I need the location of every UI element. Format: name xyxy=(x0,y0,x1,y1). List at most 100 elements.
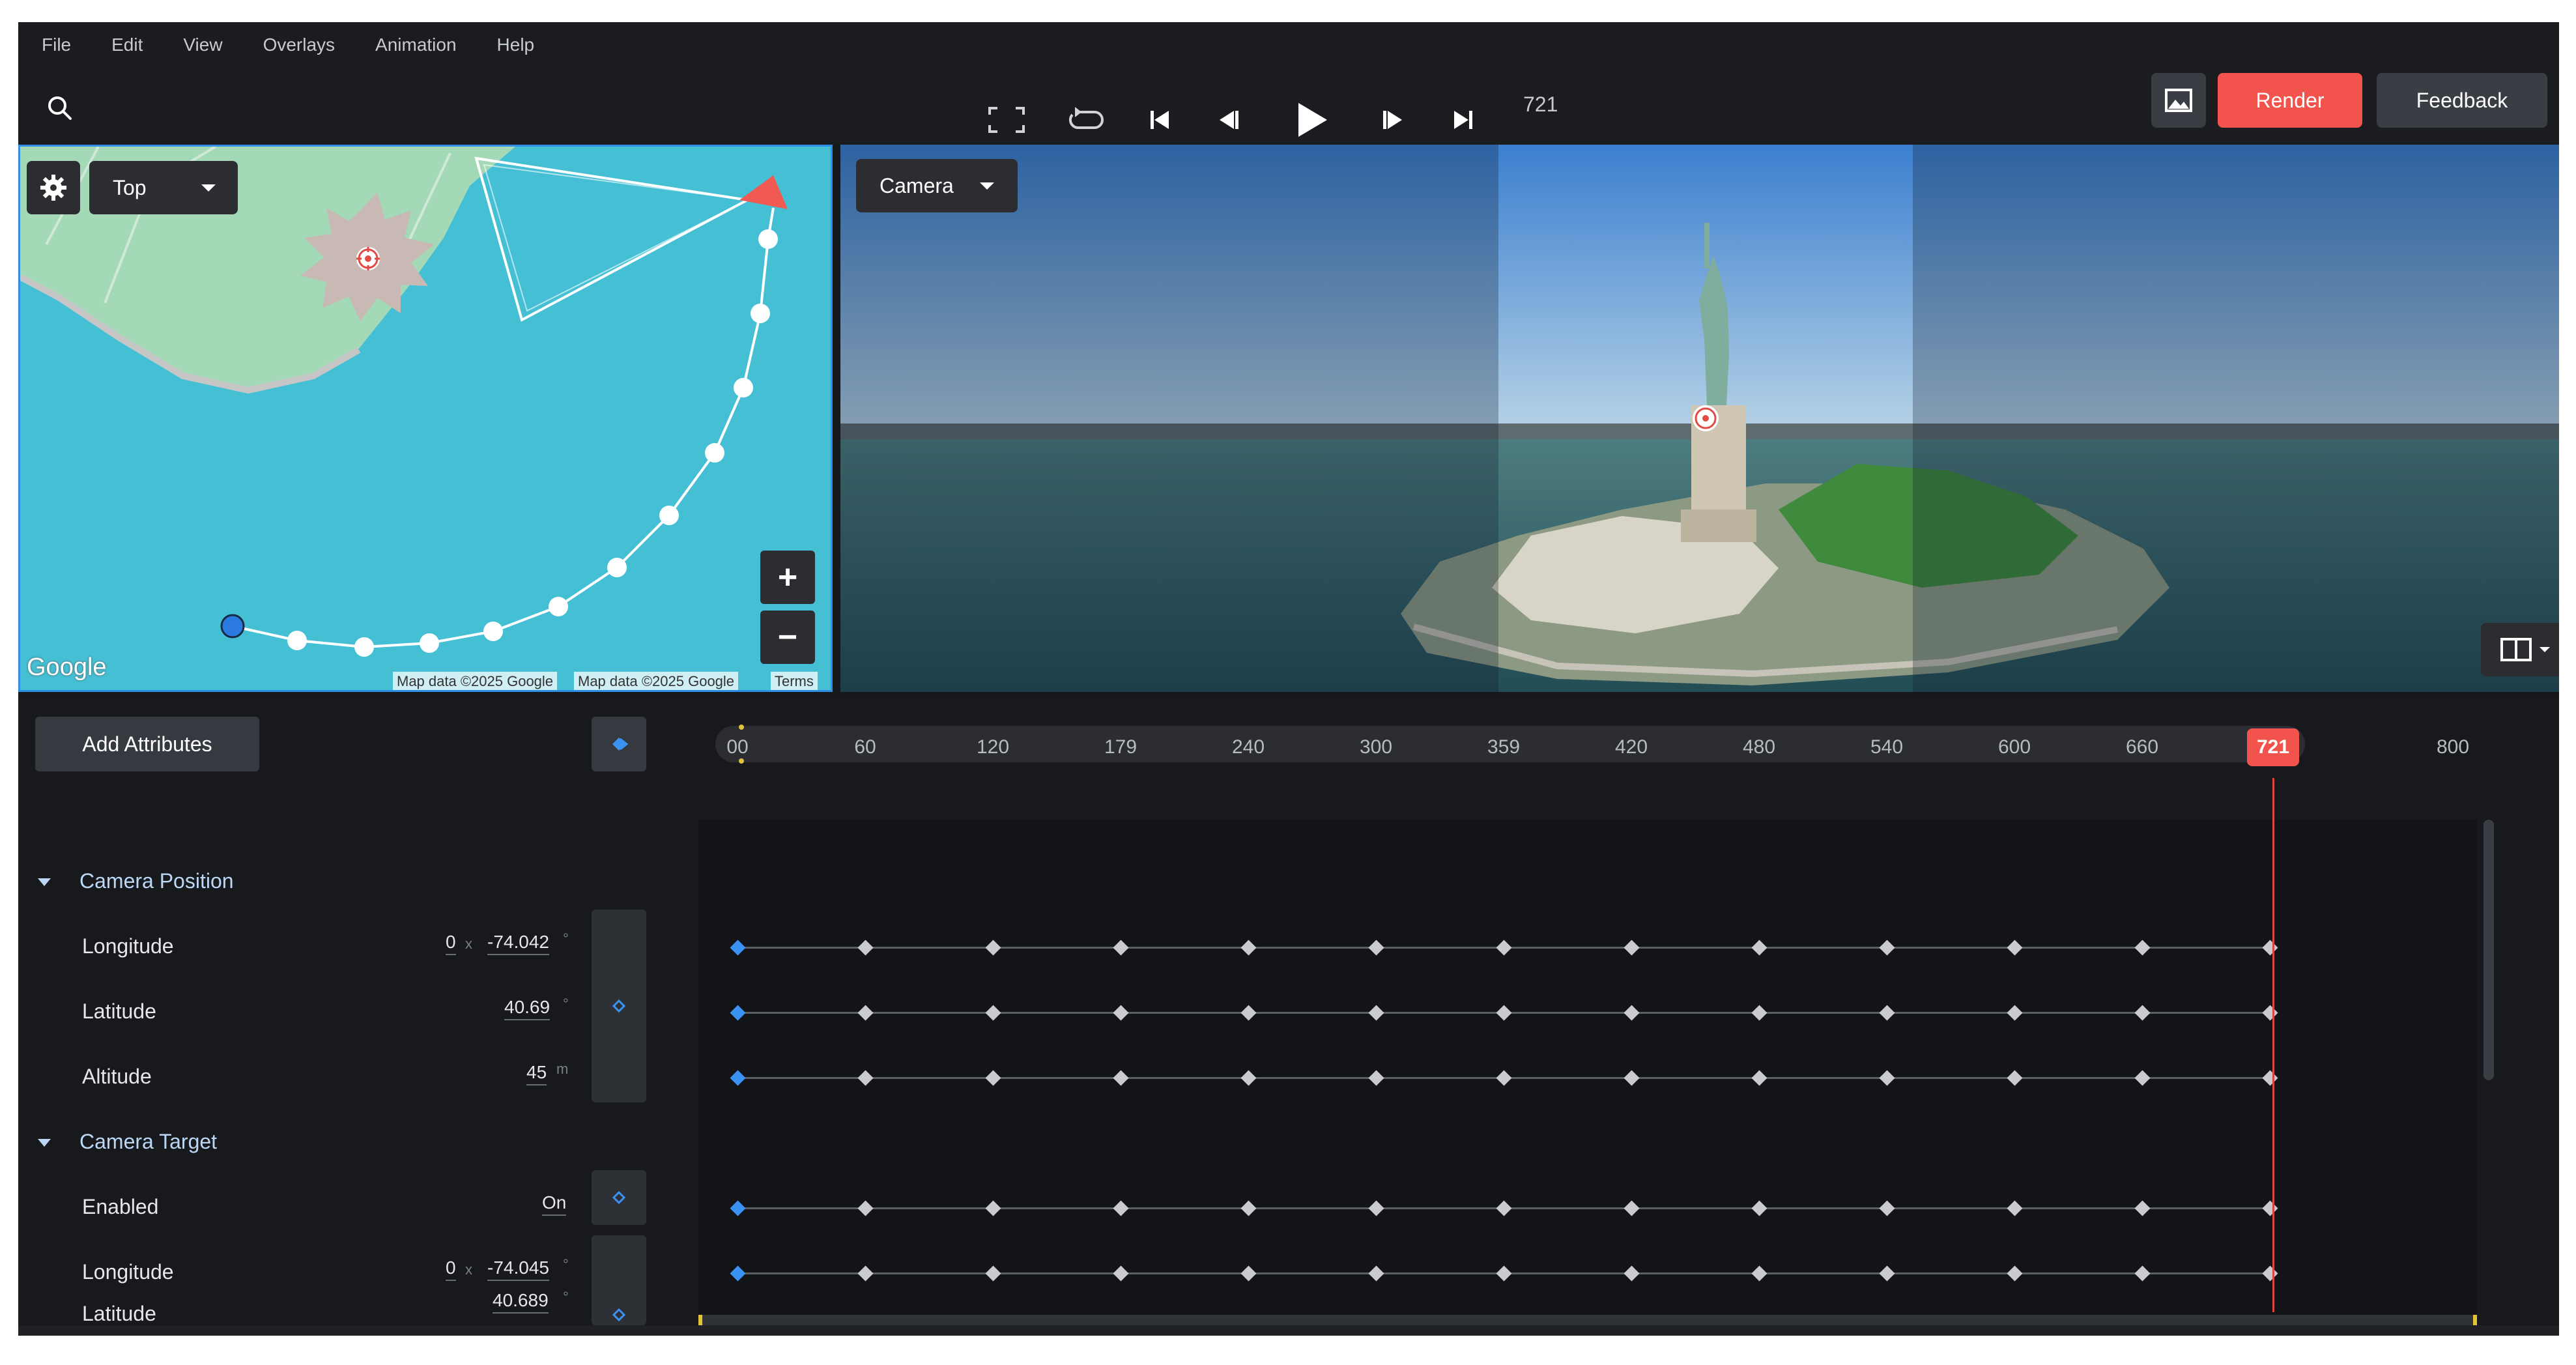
keyframe-diamond[interactable] xyxy=(985,940,1001,956)
keyframe-diamond[interactable] xyxy=(857,1070,874,1086)
map-target-marker[interactable] xyxy=(356,247,380,270)
keyframe-diamond[interactable] xyxy=(2134,940,2151,956)
keyframe-diamond[interactable] xyxy=(1368,940,1384,956)
keyframe-diamond[interactable] xyxy=(730,1005,746,1021)
map-panel[interactable]: Top + − Google Map data ©2025 Google Map… xyxy=(18,145,833,692)
keyframe-track[interactable] xyxy=(18,915,2559,980)
camera-viewport[interactable]: Camera xyxy=(840,145,2559,692)
layout-dropdown[interactable] xyxy=(2481,623,2559,676)
keyframe-diamond[interactable] xyxy=(1240,1265,1257,1282)
keyframe-diamond[interactable] xyxy=(2007,1005,2023,1021)
keyframe-diamond[interactable] xyxy=(1113,1070,1129,1086)
keyframe-diamond[interactable] xyxy=(730,1070,746,1086)
keyframe-diamond[interactable] xyxy=(1368,1070,1384,1086)
keyframe-diamond[interactable] xyxy=(857,1265,874,1282)
vertical-scrollbar[interactable] xyxy=(2483,820,2494,1080)
keyframe-diamond[interactable] xyxy=(1368,1200,1384,1216)
skip-to-end-button[interactable] xyxy=(1444,87,1483,152)
keyframe-diamond[interactable] xyxy=(1879,1005,1895,1021)
keyframe-diamond[interactable] xyxy=(1879,1200,1895,1216)
keyframe-diamond[interactable] xyxy=(2134,1265,2151,1282)
keyframe-diamond[interactable] xyxy=(1624,1200,1640,1216)
keyframe-diamond[interactable] xyxy=(985,1005,1001,1021)
collapse-caret-icon[interactable] xyxy=(38,1139,51,1147)
keyframe-diamond[interactable] xyxy=(1368,1005,1384,1021)
fullscreen-button[interactable] xyxy=(984,87,1029,152)
play-button[interactable] xyxy=(1289,87,1334,152)
group-camera-position[interactable]: Camera Position xyxy=(18,850,2559,915)
add-attributes-button[interactable]: Add Attributes xyxy=(35,717,259,771)
zoom-in-button[interactable]: + xyxy=(760,551,815,604)
menu-help[interactable]: Help xyxy=(497,35,535,55)
group-camera-target[interactable]: Camera Target xyxy=(18,1110,2559,1175)
map-view-dropdown[interactable]: Top xyxy=(89,161,238,214)
keyframe-diamond[interactable] xyxy=(2262,1005,2278,1021)
keyframe-diamond[interactable] xyxy=(1879,1265,1895,1282)
keyframe-diamond[interactable] xyxy=(2134,1005,2151,1021)
keyframe-track[interactable] xyxy=(18,1175,2559,1241)
keyframe-diamond[interactable] xyxy=(1496,1005,1512,1021)
collapse-caret-icon[interactable] xyxy=(38,878,51,886)
keyframe-diamond[interactable] xyxy=(985,1070,1001,1086)
zoom-out-button[interactable]: − xyxy=(760,611,815,664)
keyframe-diamond[interactable] xyxy=(2262,1200,2278,1216)
step-forward-button[interactable] xyxy=(1373,87,1412,152)
playhead-badge[interactable]: 721 xyxy=(2247,728,2299,766)
keyframe-diamond[interactable] xyxy=(2007,940,2023,956)
keyframe-diamond[interactable] xyxy=(1751,1005,1767,1021)
keyframe-diamond[interactable] xyxy=(1496,940,1512,956)
keyframe-diamond[interactable] xyxy=(2134,1070,2151,1086)
keyframe-diamond[interactable] xyxy=(1496,1200,1512,1216)
keyframe-diamond[interactable] xyxy=(1113,1005,1129,1021)
menu-edit[interactable]: Edit xyxy=(111,35,143,55)
keyframe-diamond[interactable] xyxy=(857,1200,874,1216)
image-export-button[interactable] xyxy=(2151,73,2206,128)
keyframe-diamond[interactable] xyxy=(1624,1005,1640,1021)
keyframe-diamond[interactable] xyxy=(1113,1200,1129,1216)
keyframe-diamond[interactable] xyxy=(2007,1070,2023,1086)
keyframe-diamond[interactable] xyxy=(2007,1200,2023,1216)
feedback-button[interactable]: Feedback xyxy=(2377,73,2547,128)
keyframe-diamond[interactable] xyxy=(730,1200,746,1216)
keyframe-diamond[interactable] xyxy=(2134,1200,2151,1216)
keyframe-diamond[interactable] xyxy=(1751,1265,1767,1282)
camera-position-marker[interactable] xyxy=(739,175,788,209)
camera-target-marker[interactable] xyxy=(1693,405,1719,431)
keyframe-diamond[interactable] xyxy=(1751,1070,1767,1086)
keyframe-diamond[interactable] xyxy=(1496,1265,1512,1282)
keyframe-diamond[interactable] xyxy=(1496,1070,1512,1086)
keyframe-diamond[interactable] xyxy=(1240,1200,1257,1216)
keyframe-diamond[interactable] xyxy=(1113,1265,1129,1282)
keyframe-diamond[interactable] xyxy=(1751,940,1767,956)
menu-file[interactable]: File xyxy=(42,35,71,55)
keyframe-diamond[interactable] xyxy=(1624,940,1640,956)
keyframe-diamond[interactable] xyxy=(857,1005,874,1021)
map-settings-button[interactable] xyxy=(27,161,80,214)
keyframe-diamond[interactable] xyxy=(2262,1070,2278,1086)
menu-view[interactable]: View xyxy=(183,35,222,55)
keyframe-track[interactable] xyxy=(18,1241,2559,1306)
menu-overlays[interactable]: Overlays xyxy=(263,35,335,55)
map-canvas[interactable] xyxy=(20,147,831,690)
step-back-button[interactable] xyxy=(1209,87,1248,152)
camera-view-dropdown[interactable]: Camera xyxy=(856,159,1018,212)
keyframe-diamond[interactable] xyxy=(1240,1070,1257,1086)
keyframe-diamond[interactable] xyxy=(1624,1070,1640,1086)
keyframe-diamond[interactable] xyxy=(857,940,874,956)
keyframe-diamond[interactable] xyxy=(1751,1200,1767,1216)
render-button[interactable]: Render xyxy=(2218,73,2362,128)
keyframe-diamond[interactable] xyxy=(985,1265,1001,1282)
keyframe-diamond[interactable] xyxy=(1240,1005,1257,1021)
keyframe-diamond[interactable] xyxy=(2262,940,2278,956)
playhead-line[interactable] xyxy=(2272,778,2274,1312)
keyframe-diamond[interactable] xyxy=(1879,1070,1895,1086)
keyframe-track[interactable] xyxy=(18,980,2559,1045)
keyframe-diamond[interactable] xyxy=(1368,1265,1384,1282)
keyframe-diamond[interactable] xyxy=(730,1265,746,1282)
keyframe-diamond[interactable] xyxy=(985,1200,1001,1216)
map-terms-link[interactable]: Terms xyxy=(771,672,818,690)
keyframe-diamond[interactable] xyxy=(2262,1265,2278,1282)
keyframe-diamond[interactable] xyxy=(1240,940,1257,956)
camera-path-start[interactable] xyxy=(220,614,245,639)
keyframe-diamond[interactable] xyxy=(1624,1265,1640,1282)
